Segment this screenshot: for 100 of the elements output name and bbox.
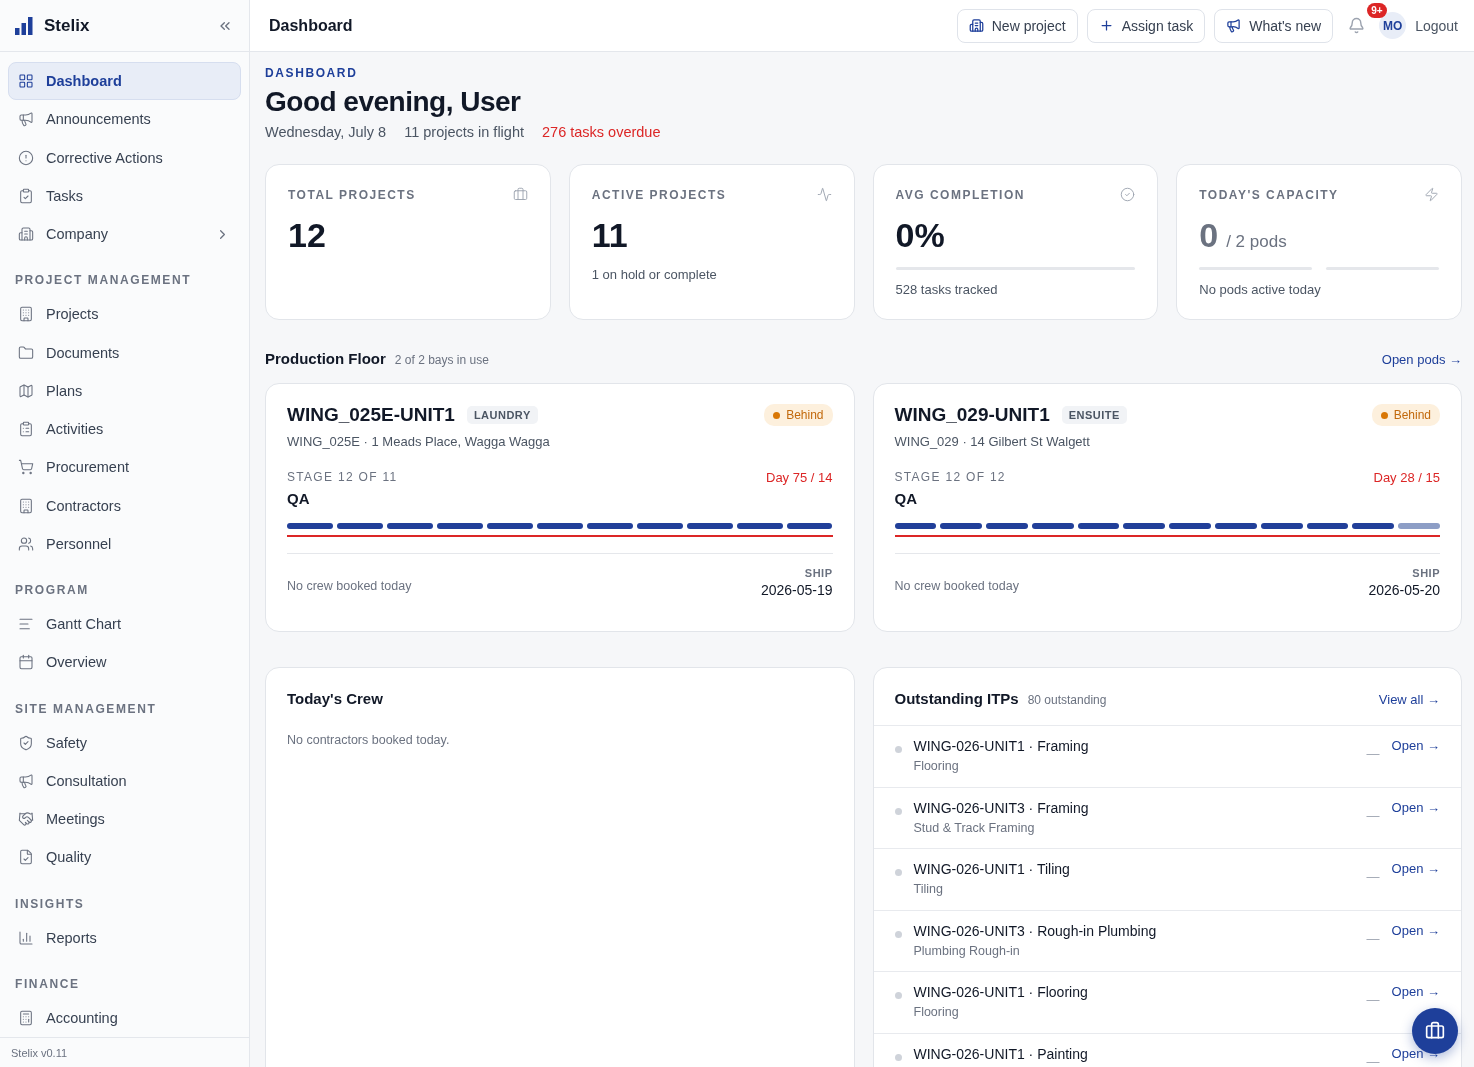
section-heading: PROGRAM bbox=[14, 582, 90, 599]
open-link[interactable]: Open → bbox=[1391, 984, 1440, 999]
megaphone-icon bbox=[18, 772, 34, 789]
status-dot bbox=[894, 746, 902, 753]
greeting: Good evening, User bbox=[265, 86, 522, 118]
sidebar-item[interactable]: Projects bbox=[8, 295, 241, 334]
projects-summary: 11 projects in flight bbox=[404, 124, 524, 140]
status-dash: — bbox=[1366, 746, 1380, 761]
sidebar-item[interactable]: Consultation bbox=[8, 761, 241, 800]
empty-message: No contractors booked today. bbox=[286, 732, 451, 749]
briefcase-icon bbox=[1425, 1021, 1445, 1041]
stat-unit: / 2 pods bbox=[1226, 232, 1287, 252]
stat-note: No pods active today bbox=[1199, 282, 1322, 297]
sidebar-item[interactable]: Activities bbox=[8, 410, 241, 449]
ship-label: SHIP bbox=[1412, 567, 1440, 579]
open-link[interactable]: Open → bbox=[1391, 738, 1440, 753]
itp-subtitle: Flooring bbox=[913, 759, 960, 773]
stat-value: 12 bbox=[288, 216, 326, 255]
day-count: Day 28 / 15 bbox=[1373, 470, 1440, 485]
sidebar-item[interactable]: Gantt Chart bbox=[8, 605, 241, 644]
sidebar-item[interactable]: Overview bbox=[8, 643, 241, 682]
building-icon bbox=[18, 226, 34, 243]
panel-title: Outstanding ITPs bbox=[894, 690, 1019, 707]
open-link[interactable]: Open → bbox=[1391, 861, 1440, 876]
status-dot bbox=[894, 1053, 902, 1061]
pod-tag: LAUNDRY bbox=[466, 406, 538, 424]
open-link[interactable]: Open → bbox=[1391, 1045, 1440, 1061]
pod-name: WING_029-UNIT1 bbox=[894, 404, 1050, 426]
panel-count: 80 outstanding bbox=[1027, 693, 1108, 707]
megaphone-icon bbox=[18, 111, 34, 128]
header-button[interactable]: What's new bbox=[1214, 8, 1334, 43]
sidebar-item[interactable]: Reports bbox=[8, 918, 241, 957]
cart-icon bbox=[18, 459, 34, 476]
sidebar-item[interactable]: Company bbox=[8, 215, 241, 254]
sidebar-item[interactable]: Safety bbox=[8, 723, 241, 762]
sidebar-item[interactable]: Dashboard bbox=[8, 62, 241, 101]
stat-label: TODAY'S CAPACITY bbox=[1199, 187, 1339, 202]
status-dash: — bbox=[1366, 992, 1380, 1007]
stat-label: AVG COMPLETION bbox=[895, 187, 1025, 202]
user-avatar[interactable]: MO bbox=[1379, 12, 1407, 39]
itp-subtitle: Plumbing Rough-in bbox=[913, 943, 1021, 958]
header-button[interactable]: Assign task bbox=[1086, 8, 1206, 43]
sidebar-item[interactable]: Procurement bbox=[8, 448, 241, 487]
stat-value: 0% bbox=[895, 216, 945, 255]
calculator-icon bbox=[18, 1009, 34, 1026]
date-text: Wednesday, July 8 bbox=[265, 124, 387, 140]
itp-title: WING-026-UNIT3 · Framing bbox=[913, 799, 1090, 816]
sidebar-item[interactable]: Personnel bbox=[8, 524, 241, 563]
section-title: Production Floor bbox=[265, 350, 386, 367]
stage-label: STAGE 12 OF 11 bbox=[287, 470, 398, 485]
status-badge: Behind bbox=[1371, 404, 1440, 426]
status-dot bbox=[894, 807, 902, 815]
clipboard-icon bbox=[18, 421, 34, 438]
day-count: Day 75 / 14 bbox=[766, 470, 833, 485]
crew-note: No crew booked today bbox=[287, 579, 412, 595]
sidebar-item[interactable]: Plans bbox=[8, 371, 241, 410]
stat-value: 11 bbox=[591, 216, 628, 255]
itp-subtitle: Stud & Track Framing bbox=[913, 820, 1036, 835]
phase-name: QA bbox=[894, 490, 918, 507]
header-button[interactable]: New project bbox=[956, 8, 1078, 43]
shield-icon bbox=[18, 734, 34, 751]
pulse-icon bbox=[816, 187, 832, 202]
overdue-summary: 276 tasks overdue bbox=[542, 124, 661, 140]
open-pods-link[interactable]: Open pods → bbox=[1381, 352, 1462, 367]
sidebar-item[interactable]: Contractors bbox=[8, 486, 241, 525]
document-icon bbox=[18, 849, 34, 866]
section-heading: INSIGHTS bbox=[14, 895, 86, 913]
open-link[interactable]: Open → bbox=[1391, 799, 1440, 815]
sidebar-item[interactable]: Documents bbox=[8, 333, 241, 372]
logout-link[interactable]: Logout bbox=[1415, 17, 1458, 34]
itp-title: WING-026-UNIT1 · Flooring bbox=[913, 984, 1089, 1000]
bar-chart-icon bbox=[18, 929, 34, 946]
itp-title: WING-026-UNIT1 · Tiling bbox=[913, 861, 1071, 877]
logo-icon bbox=[14, 15, 34, 36]
open-link[interactable]: Open → bbox=[1391, 922, 1440, 938]
pod-name: WING_025E-UNIT1 bbox=[287, 404, 455, 426]
users-icon bbox=[18, 535, 34, 552]
view-all-link[interactable]: View all → bbox=[1378, 692, 1440, 707]
pod-address: WING_029 · 14 Gilbert St Walgett bbox=[894, 434, 1091, 449]
sidebar-item[interactable]: Accounting bbox=[8, 998, 241, 1037]
sidebar-item[interactable]: Quality bbox=[8, 838, 241, 877]
phase-name: QA bbox=[287, 490, 311, 507]
version-label: Stelix v0.11 bbox=[0, 1037, 249, 1067]
status-dot bbox=[894, 930, 902, 938]
status-dash: — bbox=[1366, 807, 1380, 823]
section-heading: FINANCE bbox=[14, 975, 81, 993]
megaphone-icon bbox=[1226, 18, 1242, 33]
stat-label: ACTIVE PROJECTS bbox=[591, 187, 727, 202]
sidebar-item[interactable]: Tasks bbox=[8, 176, 241, 215]
ship-date: 2026-05-19 bbox=[760, 582, 833, 598]
briefcase-icon bbox=[512, 187, 528, 202]
notification-badge: 9+ bbox=[1367, 2, 1387, 18]
sidebar-item[interactable]: Meetings bbox=[8, 800, 241, 839]
itp-title: WING-026-UNIT1 · Painting bbox=[913, 1045, 1089, 1062]
page-title: Dashboard bbox=[269, 16, 354, 35]
plus-icon bbox=[1098, 18, 1114, 33]
sidebar-item[interactable]: Announcements bbox=[8, 100, 241, 139]
building-icon bbox=[968, 18, 984, 33]
stat-value: 0 bbox=[1199, 216, 1219, 255]
sidebar-item[interactable]: Corrective Actions bbox=[8, 138, 241, 177]
